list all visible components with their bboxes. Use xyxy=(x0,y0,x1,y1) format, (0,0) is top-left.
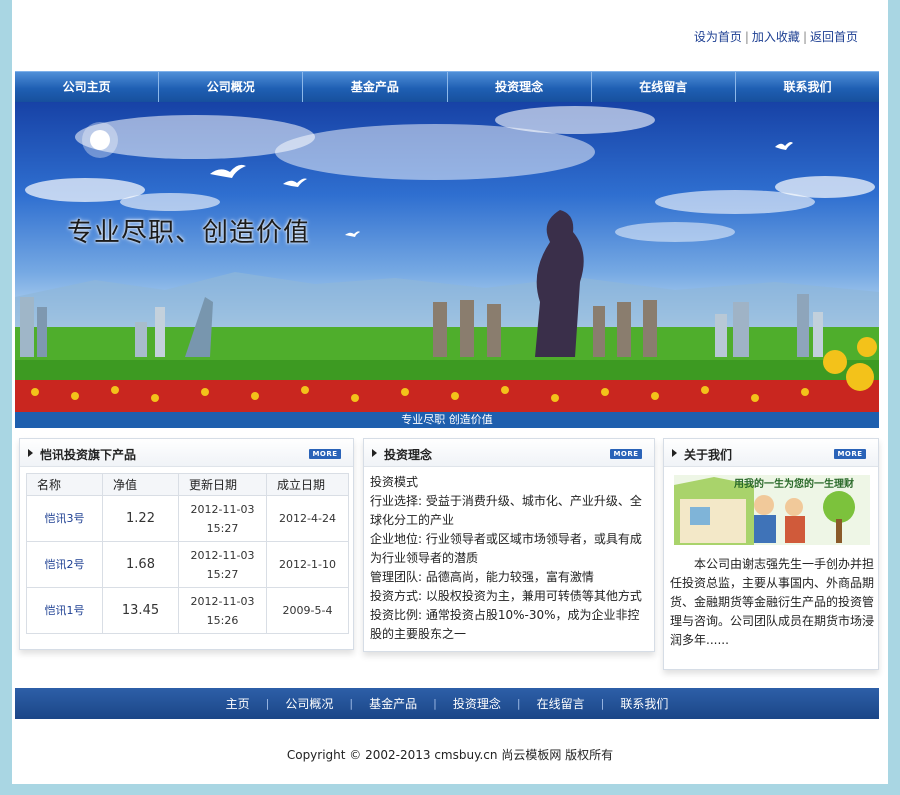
update-time: 15:26 xyxy=(206,613,239,627)
footer-link-message[interactable]: 在线留言 xyxy=(521,695,601,712)
panel-title: 关于我们 xyxy=(684,448,733,462)
update-datetime: 2012-11-03 15:27 xyxy=(178,495,267,542)
table-row: 恺讯1号 13.45 2012-11-03 15:26 2009-5-4 xyxy=(26,587,349,634)
about-text: 本公司由谢志强先生一手创办并担任投资总监，主要从事国内、外商品期货、金融期货等金… xyxy=(670,557,875,647)
update-datetime: 2012-11-03 15:26 xyxy=(178,587,267,634)
fund-nav: 13.45 xyxy=(102,587,179,634)
table-header-row: 名称 净值 更新日期 成立日期 xyxy=(26,473,349,496)
table-row: 恺讯2号 1.68 2012-11-03 15:27 2012-1-10 xyxy=(26,541,349,588)
banner-caption: 专业尽职 创造价值 xyxy=(15,412,879,428)
table-row: 恺讯3号 1.22 2012-11-03 15:27 2012-4-24 xyxy=(26,495,349,542)
footer-link-contact[interactable]: 联系我们 xyxy=(604,695,684,712)
set-homepage-link[interactable]: 设为首页 xyxy=(694,30,742,44)
fund-table: 名称 净值 更新日期 成立日期 恺讯3号 1.22 2012-11-03 15:2… xyxy=(26,473,349,634)
established-date: 2012-4-24 xyxy=(266,495,349,542)
column-header: 成立日期 xyxy=(266,473,349,496)
arrow-right-icon xyxy=(28,449,33,457)
update-time: 15:27 xyxy=(206,521,239,535)
page: 设为首页 | 加入收藏 | 返回首页 公司主页 公司概况 基金产品 投资理念 在线留言 … xyxy=(12,0,888,784)
text-line: 投资比例: 通常投资占股10%-30%，成为企业非控股的主要股东之一 xyxy=(370,608,640,641)
fund-name-link[interactable]: 恺讯1号 xyxy=(26,587,103,634)
established-date: 2012-1-10 xyxy=(266,541,349,588)
more-button[interactable]: MORE xyxy=(309,449,341,459)
column-header: 名称 xyxy=(26,473,103,496)
text-line: 投资方式: 以股权投资为主，兼用可转债等其他方式 xyxy=(370,589,642,603)
footer-link-funds[interactable]: 基金产品 xyxy=(353,695,433,712)
separator: | xyxy=(802,30,807,44)
update-date: 2012-11-03 xyxy=(190,548,255,562)
column-header: 净值 xyxy=(102,473,179,496)
about-illustration: 用我的一生为您的一生理财 xyxy=(674,475,870,545)
update-date: 2012-11-03 xyxy=(190,502,255,516)
illustration-text: 用我的一生为您的一生理财 xyxy=(733,477,854,490)
text-line: 投资模式 xyxy=(370,475,419,489)
arrow-right-icon xyxy=(372,449,377,457)
fund-products-panel: 恺讯投资旗下产品 MORE 名称 净值 更新日期 成立日期 恺讯3号 1.22 … xyxy=(19,438,354,650)
footer-nav: 主页 | 公司概况 | 基金产品 | 投资理念 | 在线留言 | 联系我们 xyxy=(15,688,879,719)
panel-title: 投资理念 xyxy=(384,448,433,462)
more-button[interactable]: MORE xyxy=(834,449,866,459)
back-home-link[interactable]: 返回首页 xyxy=(810,30,858,44)
banner-slogan: 专业尽职、创造价值 xyxy=(67,218,311,248)
nav-item-funds[interactable]: 基金产品 xyxy=(303,72,448,102)
philosophy-text: 投资模式 行业选择: 受益于消费升级、城市化、产业升级、全球化分工的产业 企业地… xyxy=(370,473,650,644)
nav-item-overview[interactable]: 公司概况 xyxy=(159,72,304,102)
hero-banner: 专业尽职、创造价值 xyxy=(15,102,879,412)
established-date: 2009-5-4 xyxy=(266,587,349,634)
footer-link-philosophy[interactable]: 投资理念 xyxy=(437,695,517,712)
update-datetime: 2012-11-03 15:27 xyxy=(178,541,267,588)
footer-link-home[interactable]: 主页 xyxy=(210,695,266,712)
separator: | xyxy=(744,30,749,44)
fund-name-link[interactable]: 恺讯3号 xyxy=(26,495,103,542)
fund-name-link[interactable]: 恺讯2号 xyxy=(26,541,103,588)
text-line: 管理团队: 品德高尚，能力较强，富有激情 xyxy=(370,570,594,584)
nav-item-contact[interactable]: 联系我们 xyxy=(736,72,879,102)
banner-scenery xyxy=(15,106,879,412)
nav-item-philosophy[interactable]: 投资理念 xyxy=(448,72,592,102)
panel-header: 恺讯投资旗下产品 MORE xyxy=(20,439,353,467)
add-bookmark-link[interactable]: 加入收藏 xyxy=(752,30,800,44)
arrow-right-icon xyxy=(672,449,677,457)
copyright-text: Copyright © 2002-2013 cmsbuy.cn 尚云模板网 版权… xyxy=(286,748,614,762)
text-line: 企业地位: 行业领导者或区域市场领导者，或具有成为行业领导者的潜质 xyxy=(370,532,642,565)
footer-link-overview[interactable]: 公司概况 xyxy=(269,695,349,712)
column-header: 更新日期 xyxy=(178,473,267,496)
philosophy-panel: 投资理念 MORE 投资模式 行业选择: 受益于消费升级、城市化、产业升级、全球… xyxy=(363,438,655,652)
panel-title: 恺讯投资旗下产品 xyxy=(40,448,137,462)
nav-item-message[interactable]: 在线留言 xyxy=(592,72,736,102)
nav-item-home[interactable]: 公司主页 xyxy=(15,72,160,102)
update-time: 15:27 xyxy=(206,567,239,581)
panel-header: 关于我们 MORE xyxy=(664,439,878,467)
panel-header: 投资理念 MORE xyxy=(364,439,654,467)
top-links: 设为首页 | 加入收藏 | 返回首页 xyxy=(694,28,858,45)
fund-nav: 1.68 xyxy=(102,541,179,588)
update-date: 2012-11-03 xyxy=(190,594,255,608)
about-panel: 关于我们 MORE 用我的一生为您的一生理财 本公司由谢志强先生一手创办并担任投… xyxy=(663,438,879,670)
more-button[interactable]: MORE xyxy=(610,449,642,459)
main-nav: 公司主页 公司概况 基金产品 投资理念 在线留言 联系我们 xyxy=(15,71,879,102)
text-line: 行业选择: 受益于消费升级、城市化、产业升级、全球化分工的产业 xyxy=(370,494,642,527)
fund-nav: 1.22 xyxy=(102,495,179,542)
